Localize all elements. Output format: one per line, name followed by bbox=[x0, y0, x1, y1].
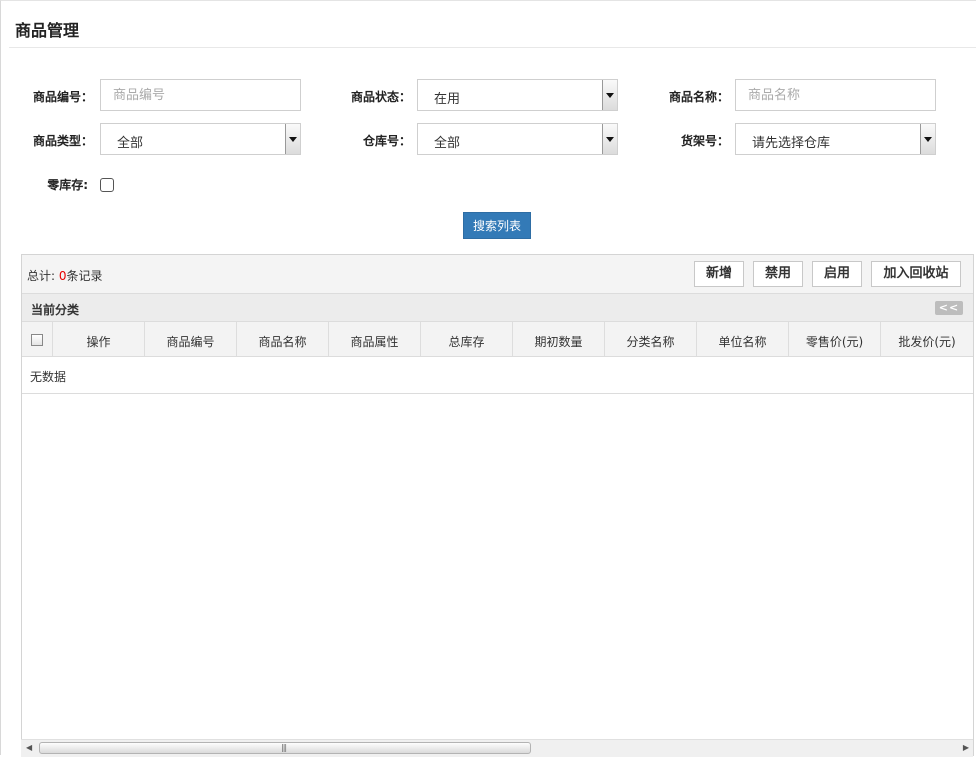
column-header[interactable]: 总库存 bbox=[421, 322, 513, 356]
column-header[interactable]: 操作 bbox=[53, 322, 145, 356]
zero-stock-label: 零库存: bbox=[47, 178, 88, 192]
total-suffix: 条记录 bbox=[66, 269, 103, 283]
scrollbar-thumb[interactable]: ||| bbox=[39, 742, 531, 754]
category-title: 当前分类 bbox=[31, 303, 80, 317]
warehouse-select[interactable]: 全部 bbox=[417, 123, 618, 155]
category-header: 当前分类 << bbox=[22, 294, 973, 322]
column-header[interactable]: 单位名称 bbox=[697, 322, 789, 356]
column-header[interactable]: 零售价(元) bbox=[789, 322, 881, 356]
code-input[interactable] bbox=[101, 80, 300, 110]
select-all-cell bbox=[22, 322, 53, 356]
scroll-right-icon[interactable]: ▶ bbox=[963, 743, 969, 752]
disable-button[interactable]: 禁用 bbox=[753, 261, 803, 287]
chevron-down-icon[interactable] bbox=[602, 124, 617, 154]
select-all-checkbox[interactable] bbox=[31, 334, 43, 346]
code-label: 商品编号： bbox=[32, 90, 93, 104]
column-header[interactable]: 分类名称 bbox=[605, 322, 697, 356]
column-header[interactable]: 期初数量 bbox=[513, 322, 605, 356]
status-select-value: 在用 bbox=[434, 92, 461, 107]
shelf-select-value: 请先选择仓库 bbox=[752, 136, 831, 151]
add-button[interactable]: 新增 bbox=[694, 261, 744, 287]
search-button[interactable]: 搜索列表 bbox=[463, 212, 531, 239]
page: 商品管理 商品编号： 商品状态： 在用 商品名称： 商品类型： 全部 仓库号： … bbox=[0, 0, 976, 757]
grip-icon: ||| bbox=[281, 743, 287, 752]
title-divider bbox=[9, 47, 976, 48]
type-select[interactable]: 全部 bbox=[100, 123, 301, 155]
product-grid: 总计: 0条记录 新增 禁用 启用 加入回收站 当前分类 << 操作 商品编号 … bbox=[21, 254, 974, 756]
type-select-value: 全部 bbox=[117, 136, 144, 151]
grid-toolbar: 总计: 0条记录 新增 禁用 启用 加入回收站 bbox=[22, 255, 973, 294]
warehouse-label: 仓库号： bbox=[362, 134, 411, 148]
warehouse-select-value: 全部 bbox=[434, 136, 461, 151]
empty-row: 无数据 bbox=[22, 357, 973, 394]
collapse-icon[interactable]: << bbox=[935, 301, 963, 315]
recycle-button[interactable]: 加入回收站 bbox=[871, 261, 961, 287]
name-label: 商品名称： bbox=[668, 90, 729, 104]
status-label: 商品状态： bbox=[350, 90, 411, 104]
total-count: 0 bbox=[58, 269, 67, 283]
chevron-down-icon[interactable] bbox=[920, 124, 935, 154]
column-header[interactable]: 商品属性 bbox=[329, 322, 421, 356]
column-header[interactable]: 商品名称 bbox=[237, 322, 329, 356]
code-field[interactable] bbox=[100, 79, 301, 111]
empty-text: 无数据 bbox=[30, 370, 67, 384]
status-select[interactable]: 在用 bbox=[417, 79, 618, 111]
chevron-down-icon[interactable] bbox=[602, 80, 617, 110]
horizontal-scrollbar[interactable]: ◀ ||| ▶ bbox=[21, 739, 973, 757]
name-field[interactable] bbox=[735, 79, 936, 111]
table-header: 操作 商品编号 商品名称 商品属性 总库存 期初数量 分类名称 单位名称 零售价… bbox=[22, 322, 973, 357]
page-title: 商品管理 bbox=[15, 21, 80, 40]
record-total: 总计: 0条记录 bbox=[27, 267, 103, 284]
zero-stock-checkbox[interactable] bbox=[100, 178, 114, 192]
name-input[interactable] bbox=[736, 80, 935, 110]
shelf-label: 货架号： bbox=[680, 134, 729, 148]
column-header[interactable]: 商品编号 bbox=[145, 322, 237, 356]
column-header[interactable]: 批发价(元) bbox=[881, 322, 973, 356]
shelf-select[interactable]: 请先选择仓库 bbox=[735, 123, 936, 155]
chevron-down-icon[interactable] bbox=[285, 124, 300, 154]
type-label: 商品类型： bbox=[32, 134, 93, 148]
total-prefix: 总计: bbox=[27, 269, 59, 283]
enable-button[interactable]: 启用 bbox=[812, 261, 862, 287]
scroll-left-icon[interactable]: ◀ bbox=[26, 743, 32, 752]
